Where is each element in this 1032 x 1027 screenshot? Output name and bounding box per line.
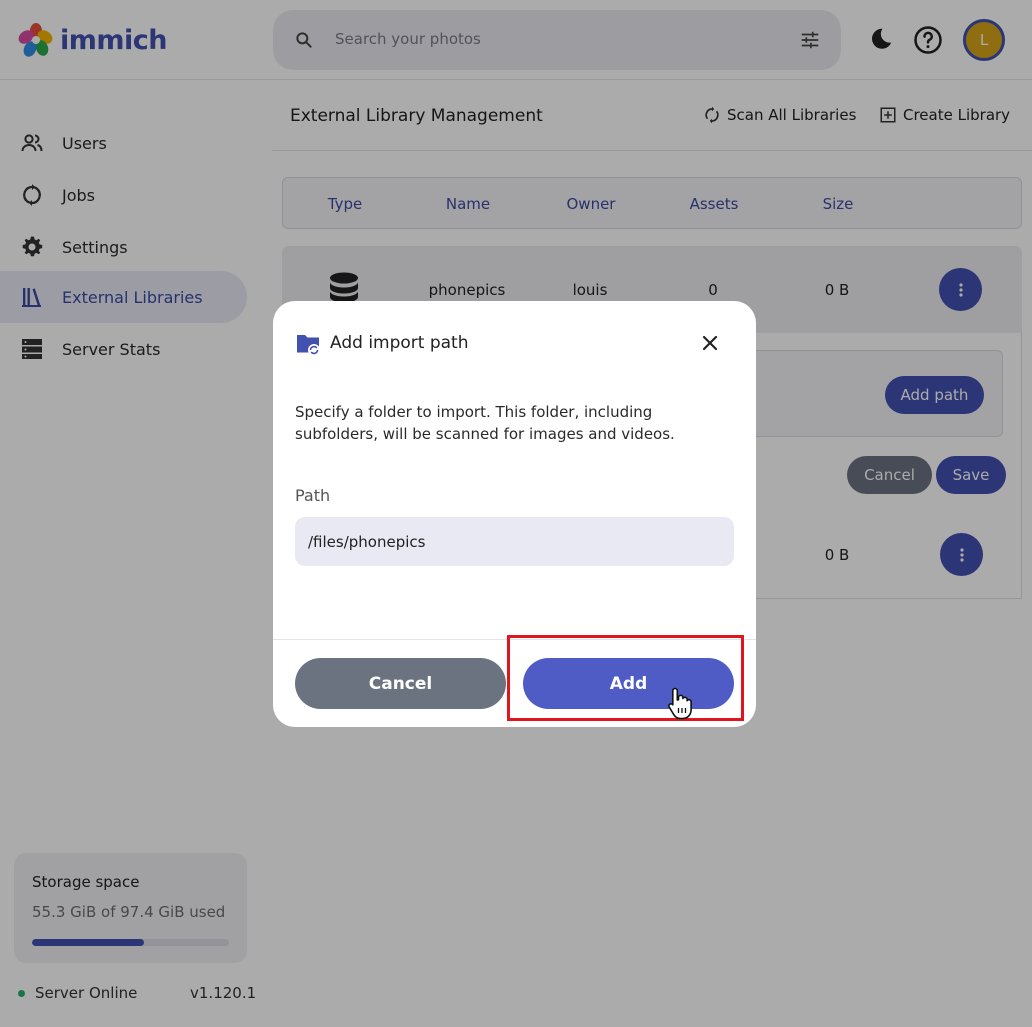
folder-sync-icon <box>297 335 320 356</box>
dialog-description: Specify a folder to import. This folder,… <box>295 403 675 443</box>
dialog-cancel-button[interactable]: Cancel <box>295 658 506 709</box>
path-field-label: Path <box>295 486 331 505</box>
highlight-box <box>507 635 744 721</box>
close-icon[interactable] <box>698 331 722 355</box>
hand-pointer-icon <box>668 687 692 720</box>
dialog-title: Add import path <box>330 333 469 353</box>
path-input[interactable]: /files/phonepics <box>295 517 734 566</box>
